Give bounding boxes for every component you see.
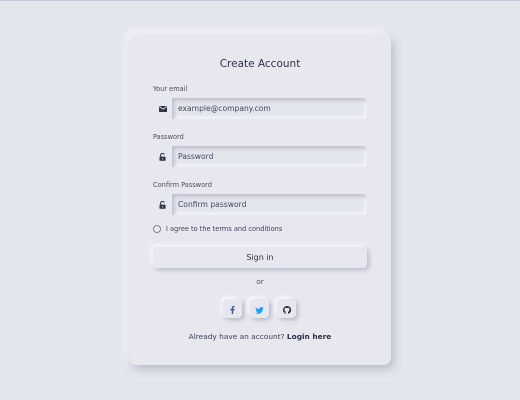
lock-icon: [153, 194, 172, 215]
lock-icon: [153, 146, 172, 167]
confirm-password-input[interactable]: [172, 194, 367, 215]
login-link[interactable]: Login here: [287, 332, 331, 341]
create-account-card: Create Account Your email Password Confi…: [129, 35, 391, 365]
social-login-group: [223, 299, 297, 318]
terms-checkbox[interactable]: [153, 225, 161, 233]
envelope-icon: [153, 98, 172, 119]
terms-row[interactable]: I agree to the terms and conditions: [153, 224, 282, 234]
login-prompt-text: Already have an account?: [188, 332, 285, 341]
email-input[interactable]: [172, 98, 367, 119]
email-label: Your email: [153, 85, 188, 93]
sign-in-button[interactable]: Sign in: [153, 247, 367, 268]
password-field-group: [153, 146, 367, 167]
password-input[interactable]: [172, 146, 367, 167]
facebook-button[interactable]: [223, 299, 242, 318]
confirm-password-field-group: [153, 194, 367, 215]
top-border-line: [0, 0, 520, 1]
login-prompt: Already have an account? Login here: [129, 332, 391, 341]
github-icon: [282, 299, 291, 318]
github-button[interactable]: [277, 299, 296, 318]
facebook-icon: [230, 299, 235, 318]
confirm-password-label: Confirm Password: [153, 181, 212, 189]
twitter-button[interactable]: [250, 299, 269, 318]
or-divider: or: [256, 277, 264, 286]
password-label: Password: [153, 133, 184, 141]
email-field-group: [153, 98, 367, 119]
twitter-icon: [255, 299, 264, 318]
form-title: Create Account: [219, 58, 301, 70]
terms-label: I agree to the terms and conditions: [166, 225, 283, 233]
